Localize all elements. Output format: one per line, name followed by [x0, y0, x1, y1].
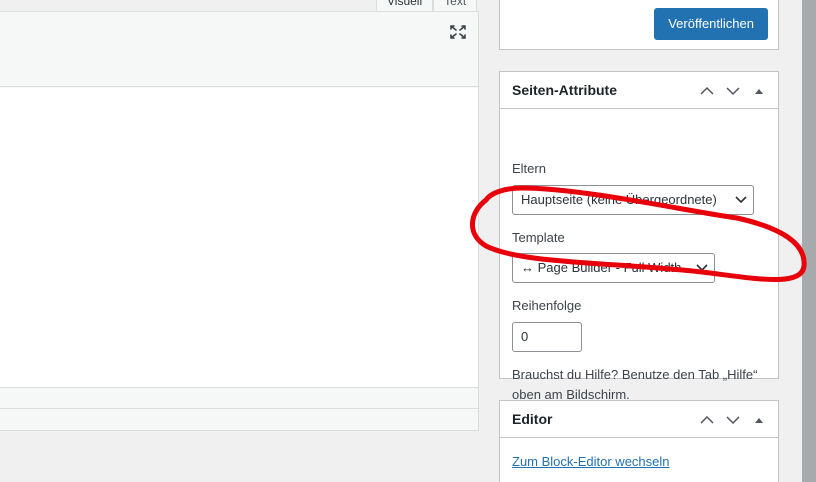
order-input[interactable]: 0	[512, 322, 582, 352]
toggle-panel-button[interactable]	[748, 409, 770, 431]
editor-status-bar	[0, 408, 478, 430]
move-down-button[interactable]	[722, 409, 744, 431]
parent-label: Eltern	[512, 161, 546, 176]
editor-box-header: Editor	[500, 401, 778, 438]
page-attributes-header: Seiten-Attribute	[500, 72, 778, 109]
page-attributes-title: Seiten-Attribute	[512, 82, 617, 98]
chevron-up-icon	[700, 415, 714, 424]
chevron-up-icon	[700, 86, 714, 95]
chevron-down-icon	[696, 264, 708, 272]
classic-editor	[0, 11, 479, 431]
template-label: Template	[512, 230, 565, 245]
chevron-down-icon	[735, 196, 747, 204]
help-text: Brauchst du Hilfe? Benutze den Tab „Hilf…	[512, 365, 770, 405]
chevron-down-icon	[726, 87, 740, 96]
toggle-panel-button[interactable]	[748, 80, 770, 102]
editor-box: Editor Zum Block-Editor wechseln	[499, 400, 779, 482]
move-up-button[interactable]	[696, 409, 718, 431]
move-down-button[interactable]	[722, 80, 744, 102]
parent-select-value: Hauptseite (keine Übergeordnete)	[521, 192, 717, 207]
editor-content-area[interactable]	[0, 88, 478, 388]
handle-actions	[696, 80, 770, 102]
help-text-line-1: Brauchst du Hilfe? Benutze den Tab „Hilf…	[512, 367, 758, 382]
order-label: Reihenfolge	[512, 298, 582, 313]
move-up-button[interactable]	[696, 80, 718, 102]
template-select-value: ↔ Page Builder - Full Width	[521, 260, 682, 275]
page-attributes-box: Seiten-Attribute Eltern Hauptseite (kein…	[499, 71, 779, 402]
switch-to-block-editor-link[interactable]: Zum Block-Editor wechseln	[512, 454, 670, 469]
template-select[interactable]: ↔ Page Builder - Full Width	[512, 253, 715, 283]
triangle-up-icon	[755, 418, 763, 423]
fullscreen-icon	[450, 25, 466, 39]
chevron-down-icon	[726, 416, 740, 425]
publish-button[interactable]: Veröffentlichen	[654, 8, 768, 40]
handle-actions	[696, 409, 770, 431]
parent-select[interactable]: Hauptseite (keine Übergeordnete)	[512, 185, 754, 215]
editor-toolbar	[0, 12, 478, 87]
triangle-up-icon	[755, 89, 763, 94]
editor-box-title: Editor	[512, 411, 553, 427]
fullscreen-button[interactable]	[448, 22, 468, 42]
publish-box: Veröffentlichen	[499, 0, 779, 50]
scrollbar[interactable]	[802, 0, 816, 482]
